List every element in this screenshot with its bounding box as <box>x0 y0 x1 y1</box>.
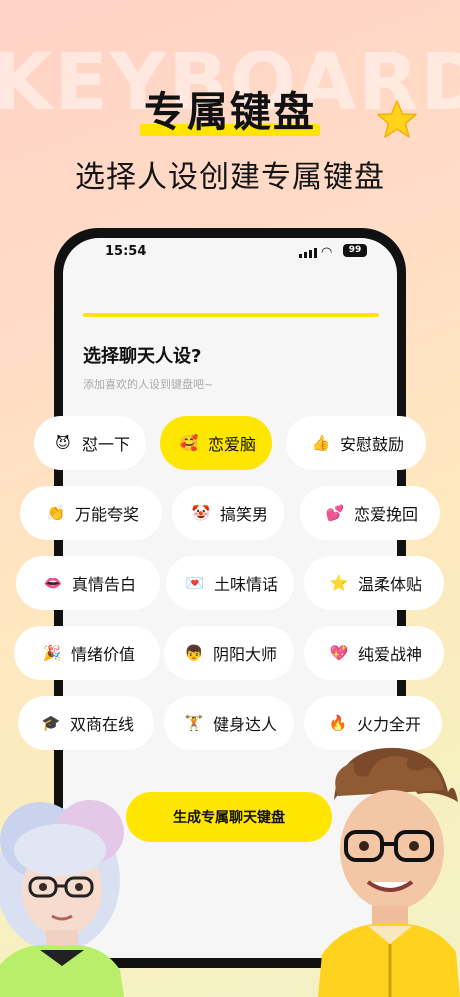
signal-icon <box>299 248 317 258</box>
persona-chip[interactable]: 😈 怼一下 <box>34 416 146 470</box>
hero-title: 专属键盘 <box>140 78 320 138</box>
clapping-hands-icon: 👏 <box>46 503 66 522</box>
progress-bar <box>83 313 379 317</box>
devil-face-icon: 😈 <box>55 433 71 452</box>
wifi-icon: ◠ <box>321 245 333 260</box>
persona-chip[interactable]: ⭐ 温柔体贴 <box>304 556 444 610</box>
graduation-cap-icon: 🎓 <box>41 713 61 732</box>
status-bar: 15:54 ◠ 99 <box>63 238 397 272</box>
persona-chip[interactable]: 🎉 情绪价值 <box>14 626 160 680</box>
persona-chip[interactable]: 👦 阴阳大师 <box>164 626 294 680</box>
persona-chip-label: 火力全开 <box>356 715 421 734</box>
persona-chip-label: 万能夸奖 <box>74 505 139 524</box>
hero-title-text: 专属键盘 <box>144 88 316 136</box>
star-icon: ⭐ <box>329 573 349 592</box>
status-time: 15:54 <box>105 244 147 259</box>
clown-face-icon: 🤡 <box>191 503 211 522</box>
persona-chip-label: 健身达人 <box>212 715 277 734</box>
persona-chip-label: 土味情话 <box>213 575 278 594</box>
persona-chip[interactable]: 🤡 搞笑男 <box>172 486 284 540</box>
question-title: 选择聊天人设? <box>83 346 202 367</box>
persona-chip[interactable]: 👏 万能夸奖 <box>20 486 162 540</box>
boy-face-icon: 👦 <box>184 643 204 662</box>
chat-hearts-icon: 💕 <box>325 503 345 522</box>
persona-chip-label: 纯爱战神 <box>357 645 422 664</box>
hero-subtitle: 选择人设创建专属键盘 <box>75 160 385 195</box>
persona-chip[interactable]: 🏋 健身达人 <box>164 696 294 750</box>
star-icon <box>377 100 417 138</box>
sparkling-heart-icon: 💖 <box>329 643 349 662</box>
persona-chip-label: 安慰鼓励 <box>339 435 404 454</box>
thumbs-up-heart-icon: 👍 <box>311 433 331 452</box>
persona-chip-label: 温柔体贴 <box>357 575 422 594</box>
fire-icon: 🔥 <box>328 713 348 732</box>
lips-icon: 👄 <box>43 573 63 592</box>
persona-chip-label: 恋爱挽回 <box>353 505 418 524</box>
persona-chip-label: 双商在线 <box>69 715 134 734</box>
persona-chip[interactable]: 💕 恋爱挽回 <box>300 486 440 540</box>
persona-chip[interactable]: 💌 土味情话 <box>166 556 294 610</box>
persona-chip-label: 怼一下 <box>81 435 130 454</box>
persona-chip-label: 真情告白 <box>71 575 136 594</box>
girl-avatar-illustration <box>0 800 124 997</box>
battery-indicator: 99 <box>343 244 367 257</box>
persona-chip[interactable]: 👄 真情告白 <box>16 556 160 610</box>
boy-avatar-illustration <box>318 747 460 997</box>
party-popper-icon: 🎉 <box>42 643 62 662</box>
persona-chip[interactable]: 💖 纯爱战神 <box>304 626 444 680</box>
persona-chip[interactable]: 👍 安慰鼓励 <box>286 416 426 470</box>
persona-chip[interactable]: 🥰 恋爱脑 <box>160 416 272 470</box>
kettlebell-icon: 🏋 <box>184 713 204 732</box>
persona-chip-label: 阴阳大师 <box>212 645 277 664</box>
persona-chip[interactable]: 🎓 双商在线 <box>18 696 154 750</box>
persona-chip-label: 恋爱脑 <box>207 435 256 454</box>
persona-chip-label: 情绪价值 <box>70 645 135 664</box>
love-message-icon: 💌 <box>185 573 205 592</box>
question-hint: 添加喜欢的人设到键盘吧~ <box>83 378 214 391</box>
generate-keyboard-button[interactable]: 生成专属聊天键盘 <box>126 792 332 842</box>
persona-chip-label: 搞笑男 <box>219 505 268 524</box>
lovestruck-face-icon: 🥰 <box>179 433 199 452</box>
